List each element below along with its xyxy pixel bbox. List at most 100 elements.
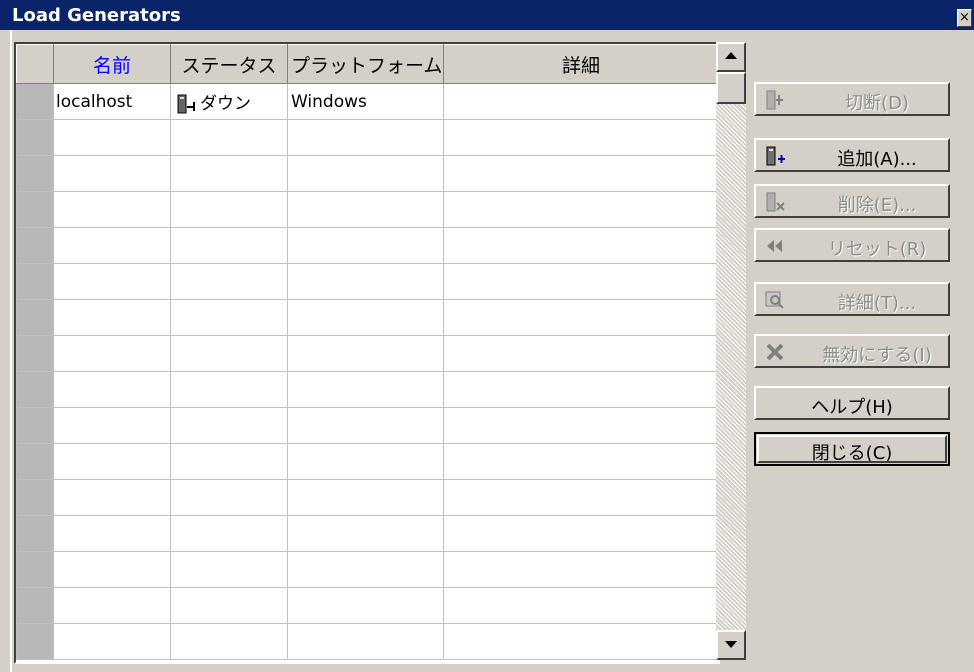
- load-generators-grid[interactable]: 名前 ステータス プラットフォーム 詳細 localhost ダウン Windo…: [14, 42, 720, 664]
- delete-label: 削除(E)...: [837, 195, 917, 216]
- grid-cell: [443, 155, 718, 192]
- row-header[interactable]: [16, 299, 54, 336]
- table-row-empty[interactable]: [16, 191, 718, 228]
- grid-table: 名前 ステータス プラットフォーム 詳細 localhost ダウン Windo…: [16, 44, 718, 660]
- grid-cell: [170, 155, 288, 192]
- grid-cell: [287, 299, 444, 336]
- table-row-empty[interactable]: [16, 479, 718, 516]
- table-row-empty[interactable]: [16, 119, 718, 156]
- table-row-empty[interactable]: [16, 227, 718, 264]
- table-row-empty[interactable]: [16, 299, 718, 336]
- server-disconnect-icon: [766, 90, 783, 110]
- grid-cell: [443, 479, 718, 516]
- grid-cell: [443, 371, 718, 408]
- grid-cell: [443, 407, 718, 444]
- arrow-up-icon: [725, 52, 737, 59]
- grid-cell: [287, 119, 444, 156]
- disconnect-button[interactable]: 切断(D): [754, 82, 950, 116]
- table-row-empty[interactable]: [16, 155, 718, 192]
- grid-cell: [443, 227, 718, 264]
- rewind-icon: [767, 240, 782, 252]
- disable-button[interactable]: 無効にする(I): [754, 334, 950, 368]
- scroll-down-button[interactable]: [716, 630, 746, 660]
- grid-cell: [287, 443, 444, 480]
- table-row[interactable]: localhost ダウン Windows: [16, 83, 718, 120]
- table-row-empty[interactable]: [16, 623, 718, 660]
- row-header[interactable]: [16, 551, 54, 588]
- add-button[interactable]: 追加(A)...: [754, 138, 950, 172]
- host-name: localhost: [56, 91, 133, 112]
- grid-cell: [53, 119, 171, 156]
- row-header[interactable]: [16, 83, 54, 120]
- grid-cell: [53, 191, 171, 228]
- grid-cell: [170, 407, 288, 444]
- cell-name: localhost: [53, 83, 171, 120]
- table-row-empty[interactable]: [16, 587, 718, 624]
- grid-cell: [53, 479, 171, 516]
- close-button[interactable]: 閉じる(C): [754, 432, 950, 466]
- row-header[interactable]: [16, 155, 54, 192]
- column-header-details[interactable]: 詳細: [443, 44, 718, 84]
- details-button[interactable]: 詳細(T)...: [754, 282, 950, 316]
- grid-cell: [287, 263, 444, 300]
- table-row-empty[interactable]: [16, 551, 718, 588]
- grid-cell: [170, 479, 288, 516]
- reset-button[interactable]: リセット(R): [754, 228, 950, 262]
- grid-cell: [53, 443, 171, 480]
- delete-button[interactable]: 削除(E)...: [754, 184, 950, 218]
- window-title: Load Generators: [12, 5, 181, 26]
- table-row-empty[interactable]: [16, 515, 718, 552]
- grid-cell: [287, 155, 444, 192]
- grid-cell: [287, 479, 444, 516]
- row-header[interactable]: [16, 371, 54, 408]
- grid-cell: [170, 227, 288, 264]
- grid-cell: [53, 299, 171, 336]
- grid-cell: [53, 335, 171, 372]
- row-header[interactable]: [16, 479, 54, 516]
- reset-label: リセット(R): [827, 239, 927, 260]
- grid-cell: [53, 551, 171, 588]
- load-generator-icon: [54, 93, 55, 110]
- help-button[interactable]: ヘルプ(H): [754, 386, 950, 420]
- table-row-empty[interactable]: [16, 263, 718, 300]
- row-header[interactable]: [16, 515, 54, 552]
- row-header[interactable]: [16, 119, 54, 156]
- table-row-empty[interactable]: [16, 371, 718, 408]
- grid-cell: [170, 119, 288, 156]
- vertical-scrollbar[interactable]: [716, 42, 746, 660]
- grid-cell: [53, 623, 171, 660]
- column-header-status[interactable]: ステータス: [170, 44, 288, 84]
- close-icon[interactable]: ×: [957, 9, 972, 27]
- grid-cell: [53, 155, 171, 192]
- grid-cell: [170, 191, 288, 228]
- row-header[interactable]: [16, 587, 54, 624]
- close-label: 閉じる(C): [811, 443, 893, 464]
- row-header[interactable]: [16, 191, 54, 228]
- grid-cell: [443, 443, 718, 480]
- table-row-empty[interactable]: [16, 407, 718, 444]
- grid-cell: [443, 335, 718, 372]
- grid-cell: [443, 299, 718, 336]
- grid-cell: [287, 407, 444, 444]
- table-row-empty[interactable]: [16, 335, 718, 372]
- grid-cell: [287, 587, 444, 624]
- grid-cell: [170, 515, 288, 552]
- row-header[interactable]: [16, 407, 54, 444]
- row-header[interactable]: [16, 443, 54, 480]
- scroll-up-button[interactable]: [716, 42, 746, 72]
- grid-cell: [53, 587, 171, 624]
- grid-cell: [170, 587, 288, 624]
- column-header-name[interactable]: 名前: [53, 44, 171, 84]
- grid-cell: [170, 263, 288, 300]
- details-label: 詳細(T)...: [837, 293, 917, 314]
- cell-status: ダウン: [170, 83, 288, 120]
- row-header[interactable]: [16, 227, 54, 264]
- row-header[interactable]: [16, 335, 54, 372]
- table-row-empty[interactable]: [16, 443, 718, 480]
- column-header-platform[interactable]: プラットフォーム: [287, 44, 444, 84]
- row-header[interactable]: [16, 263, 54, 300]
- row-header[interactable]: [16, 623, 54, 660]
- grid-cell: [287, 371, 444, 408]
- scroll-thumb[interactable]: [716, 72, 746, 104]
- grid-cell: [443, 191, 718, 228]
